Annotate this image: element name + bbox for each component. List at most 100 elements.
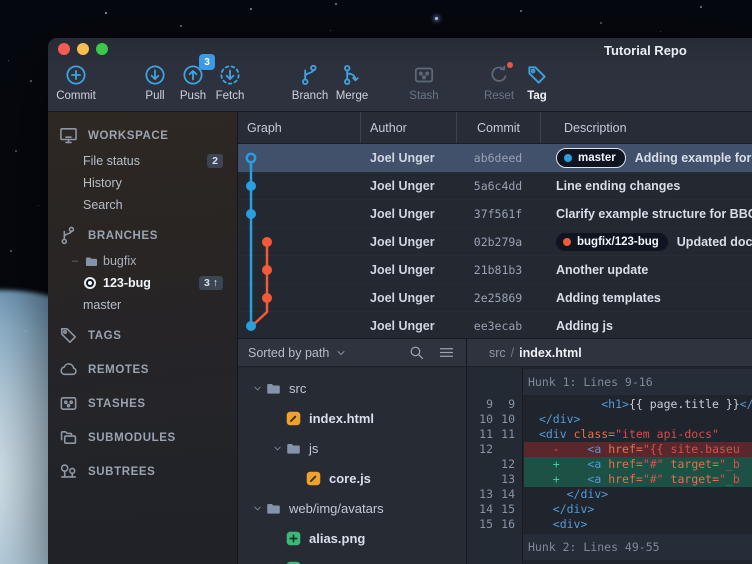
breadcrumb-separator: / <box>511 346 514 360</box>
commit-row[interactable]: Joel Unger21b81b3Another update <box>238 256 752 284</box>
sidebar-item-master[interactable]: master <box>48 294 237 316</box>
tree-item-js[interactable]: js <box>238 433 466 463</box>
code-segment: "item api-docs" <box>615 427 719 441</box>
line-number-new <box>493 442 515 457</box>
chevron-down-icon[interactable] <box>250 503 264 514</box>
sidebar-section-remotes[interactable]: REMOTES <box>48 355 237 384</box>
tree-item-web-img-avatars[interactable]: web/img/avatars <box>238 493 466 523</box>
sidebar-item-label: Search <box>83 198 123 212</box>
diff-code: + <a href="#" target="_b <box>524 472 752 487</box>
sidebar-item-label: File status <box>83 154 140 168</box>
ref-badge-master[interactable]: master <box>556 148 626 168</box>
diff-code: <h1>{{ page.title }}</h1> <box>524 397 752 412</box>
breadcrumb-dir[interactable]: src <box>489 346 506 360</box>
line-number-old <box>467 457 493 472</box>
current-branch-icon <box>84 277 96 289</box>
commit-description: Adding js <box>540 319 752 333</box>
ref-badge-label: bugfix/123-bug <box>577 236 659 248</box>
commit-hash: 37f561f <box>456 207 540 221</box>
commit-row[interactable]: Joel Unger2e25869Adding templates <box>238 284 752 312</box>
minimize-button[interactable] <box>77 43 89 55</box>
sidebar-section-subtrees[interactable]: SUBTREES <box>48 457 237 486</box>
tree-item-index-html[interactable]: index.html <box>238 403 466 433</box>
traffic-lights <box>58 43 108 55</box>
tag-button[interactable]: Tag <box>511 62 563 110</box>
diff-line-added: 12 + <a href="#" target="_b <box>467 457 752 472</box>
code-segment <box>532 457 553 471</box>
fetch-button[interactable]: Fetch <box>204 62 256 110</box>
commit-message: Another update <box>556 263 648 277</box>
star <box>180 25 182 27</box>
diff-body: Hunk 1: Lines 9-1699 <h1>{{ page.title }… <box>467 367 752 564</box>
sidebar-section-label: STASHES <box>88 398 146 410</box>
branch-folder-label: bugfix <box>103 254 136 268</box>
merge-button[interactable]: Merge <box>326 62 378 110</box>
star <box>38 205 39 206</box>
sidebar-branch-folder-bugfix[interactable]: –bugfix <box>48 250 237 272</box>
tag-icon <box>58 325 79 346</box>
list-view-icon[interactable] <box>438 344 456 362</box>
code-segment: class= <box>574 427 616 441</box>
ref-badge-bugfix-123-bug[interactable]: bugfix/123-bug <box>556 233 668 251</box>
diff-line-ctx: 1314 </div> <box>467 487 752 502</box>
folder-icon <box>285 440 302 457</box>
sidebar-section-submodules[interactable]: SUBMODULES <box>48 423 237 452</box>
tree-item-alias-png[interactable]: alias.png <box>238 523 466 553</box>
sidebar-item-search[interactable]: Search <box>48 194 237 216</box>
commit-author: Joel Unger <box>360 291 456 305</box>
line-number-old: 9 <box>467 397 493 412</box>
modified-file-icon <box>305 470 322 487</box>
sidebar-section-branches[interactable]: BRANCHES <box>48 221 237 250</box>
sidebar-item-file-status[interactable]: File status2 <box>48 150 237 172</box>
code-segment: + <box>553 457 560 471</box>
commit-icon <box>63 62 89 88</box>
commit-hash: 02b279a <box>456 235 540 249</box>
pull-icon <box>142 62 168 88</box>
fetch-label: Fetch <box>216 90 245 102</box>
chevron-down-icon[interactable] <box>270 443 284 454</box>
chevron-down-icon[interactable] <box>250 383 264 394</box>
zoom-button[interactable] <box>96 43 108 55</box>
close-button[interactable] <box>58 43 70 55</box>
commit-row[interactable]: Joel Unger37f561fClarify example structu… <box>238 200 752 228</box>
commit-author: Joel Unger <box>360 207 456 221</box>
ref-badge-dot <box>563 238 571 246</box>
merge-icon <box>339 62 365 88</box>
column-header-author[interactable]: Author <box>360 112 456 143</box>
sidebar-section-workspace[interactable]: WORKSPACE <box>48 121 237 150</box>
tree-item-label: js <box>309 441 318 456</box>
window-title: Tutorial Repo <box>604 43 687 58</box>
branch-label: Branch <box>292 90 328 102</box>
code-segment: <a <box>587 442 608 456</box>
tree-item-file[interactable] <box>238 553 466 564</box>
commit-row[interactable]: Joel Ungeree3ecabAdding js <box>238 312 752 338</box>
commit-author: Joel Unger <box>360 263 456 277</box>
code-segment: - <box>553 442 560 456</box>
column-header-description[interactable]: Description <box>540 112 752 143</box>
tree-item-core-js[interactable]: core.js <box>238 463 466 493</box>
modified-file-icon <box>285 410 302 427</box>
sort-dropdown[interactable]: Sorted by path <box>248 346 329 360</box>
sidebar-branch-123-bug[interactable]: 123-bug3 ↑ <box>48 272 237 294</box>
stash-button[interactable]: Stash <box>398 62 450 110</box>
commit-row[interactable]: Joel Unger02b279abugfix/123-bugUpdated d… <box>238 228 752 256</box>
sidebar-section-stashes[interactable]: STASHES <box>48 389 237 418</box>
commit-button[interactable]: Commit <box>50 62 102 110</box>
star <box>10 250 12 252</box>
commit-row[interactable]: Joel Ungerab6deedmasterAdding example fo… <box>238 144 752 172</box>
search-icon[interactable] <box>408 344 426 362</box>
column-header-commit[interactable]: Commit <box>456 112 540 143</box>
line-number-new: 13 <box>493 472 515 487</box>
commit-hash: 5a6c4dd <box>456 179 540 193</box>
tree-item-src[interactable]: src <box>238 373 466 403</box>
star <box>105 12 107 14</box>
commit-row[interactable]: Joel Unger5a6c4ddLine ending changes <box>238 172 752 200</box>
code-segment <box>532 412 539 426</box>
line-number-old <box>467 472 493 487</box>
tree-item-label: src <box>289 381 306 396</box>
diff-line-ctx: 1415 </div> <box>467 502 752 517</box>
submodules-icon <box>58 427 79 448</box>
sidebar-item-history[interactable]: History <box>48 172 237 194</box>
column-header-graph[interactable]: Graph <box>238 112 360 143</box>
sidebar-section-tags[interactable]: TAGS <box>48 321 237 350</box>
